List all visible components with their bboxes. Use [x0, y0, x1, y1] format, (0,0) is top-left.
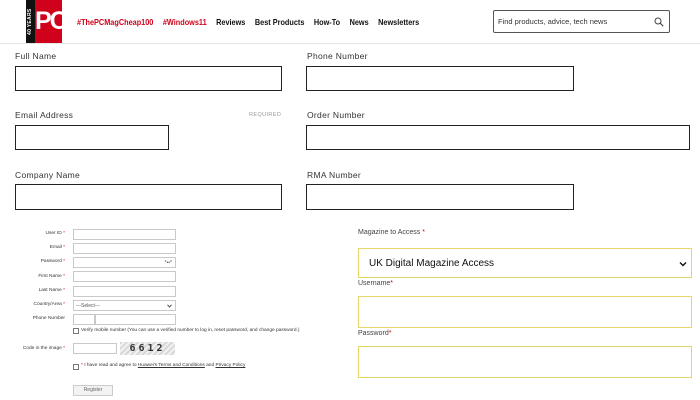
search-icon[interactable]: [654, 17, 664, 27]
last-name-label: Last Name *: [38, 288, 65, 293]
magazine-password-input[interactable]: [358, 346, 692, 378]
rma-number-label: RMA Number: [307, 170, 362, 180]
reg-email-label: Email *: [49, 245, 65, 250]
username-input[interactable]: [358, 296, 692, 328]
logo-years-badge: 40 YEARS: [26, 0, 35, 43]
pcmag-logo[interactable]: 40 YEARS PC: [26, 0, 68, 43]
nav-link-newsletters[interactable]: Newsletters: [378, 17, 419, 27]
country-select-value: ---Select---: [76, 303, 100, 309]
chevron-down-icon: [167, 304, 172, 308]
reg-phone-label: Phone Number: [32, 316, 65, 321]
country-select[interactable]: ---Select---: [73, 300, 176, 311]
agree-prefix: I have read and agree to: [84, 363, 137, 368]
main-nav: #ThePCMagCheap100 #Windows11 Reviews Bes…: [77, 17, 419, 27]
user-id-input[interactable]: [73, 229, 176, 240]
terms-link[interactable]: Huawei's Terms and Conditions: [138, 363, 205, 368]
order-number-label: Order Number: [307, 110, 365, 120]
reg-password-label: Password *: [40, 259, 65, 264]
nav-link-news[interactable]: News: [350, 17, 369, 27]
reg-password-label-text: Password: [40, 259, 62, 264]
captcha-input[interactable]: [73, 343, 117, 354]
reg-email-label-text: Email: [49, 245, 62, 250]
first-name-label: First Name *: [38, 274, 65, 279]
nav-link-how-to[interactable]: How-To: [314, 17, 340, 27]
nav-link-reviews[interactable]: Reviews: [216, 17, 245, 27]
rma-number-input[interactable]: [306, 184, 574, 210]
agree-terms-text: * I have read and agree to Huawei's Term…: [81, 363, 246, 368]
privacy-policy-link[interactable]: Privacy Policy: [216, 363, 246, 368]
search-input[interactable]: [498, 14, 648, 29]
nav-link-windows11[interactable]: #Windows11: [163, 17, 207, 27]
captcha-code-label: Code in the image *: [22, 346, 65, 351]
nav-link-best-products[interactable]: Best Products: [255, 17, 305, 27]
magazine-access-label: Magazine to Access *: [358, 229, 425, 236]
phone-country-code-input[interactable]: [73, 314, 95, 325]
chevron-down-icon: [679, 262, 687, 267]
verify-mobile-checkbox[interactable]: [73, 328, 79, 334]
email-address-label: Email Address: [15, 110, 74, 120]
username-label: Username*: [358, 280, 394, 287]
captcha-code-label-text: Code in the image: [22, 346, 62, 351]
company-name-label: Company Name: [15, 170, 81, 180]
nav-link-cheap100[interactable]: #ThePCMagCheap100: [77, 17, 153, 27]
agree-terms-checkbox[interactable]: [73, 364, 79, 370]
company-name-input[interactable]: [15, 184, 282, 210]
required-indicator: REQUIRED: [249, 112, 282, 118]
first-name-input[interactable]: [73, 271, 176, 282]
search-box: [493, 10, 670, 33]
magazine-password-label: Password*: [358, 330, 392, 337]
email-address-input[interactable]: [15, 125, 169, 150]
username-label-text: Username: [358, 280, 391, 287]
phone-number-label: Phone Number: [307, 51, 368, 61]
user-id-label: User ID *: [45, 231, 65, 236]
magazine-password-label-text: Password: [358, 330, 389, 337]
reg-phone-input[interactable]: [95, 314, 176, 325]
password-reveal-icon[interactable]: *••*: [165, 260, 172, 266]
last-name-label-text: Last Name: [38, 288, 62, 293]
user-id-label-text: User ID: [45, 231, 62, 236]
last-name-input[interactable]: [73, 286, 176, 297]
reg-password-input[interactable]: *••*: [73, 257, 176, 268]
magazine-access-label-text: Magazine to Access: [358, 229, 421, 236]
first-name-label-text: First Name: [38, 274, 62, 279]
full-name-label: Full Name: [15, 51, 57, 61]
magazine-access-value: UK Digital Magazine Access: [369, 258, 495, 269]
full-name-input[interactable]: [15, 66, 282, 91]
site-header: 40 YEARS PC #ThePCMagCheap100 #Windows11…: [0, 0, 700, 44]
country-label: Country/Area *: [33, 302, 65, 307]
captcha-image[interactable]: 6612: [120, 342, 175, 355]
phone-number-input[interactable]: [306, 66, 574, 91]
agree-and: and: [206, 363, 215, 368]
register-button[interactable]: Register: [73, 385, 113, 396]
reg-email-input[interactable]: [73, 243, 176, 254]
verify-mobile-text: Verify mobile number (You can use a veri…: [81, 328, 300, 333]
magazine-access-select[interactable]: UK Digital Magazine Access: [358, 248, 692, 278]
logo-wordmark: PC: [35, 7, 68, 35]
country-label-text: Country/Area: [33, 302, 62, 307]
order-number-input[interactable]: [306, 125, 690, 150]
